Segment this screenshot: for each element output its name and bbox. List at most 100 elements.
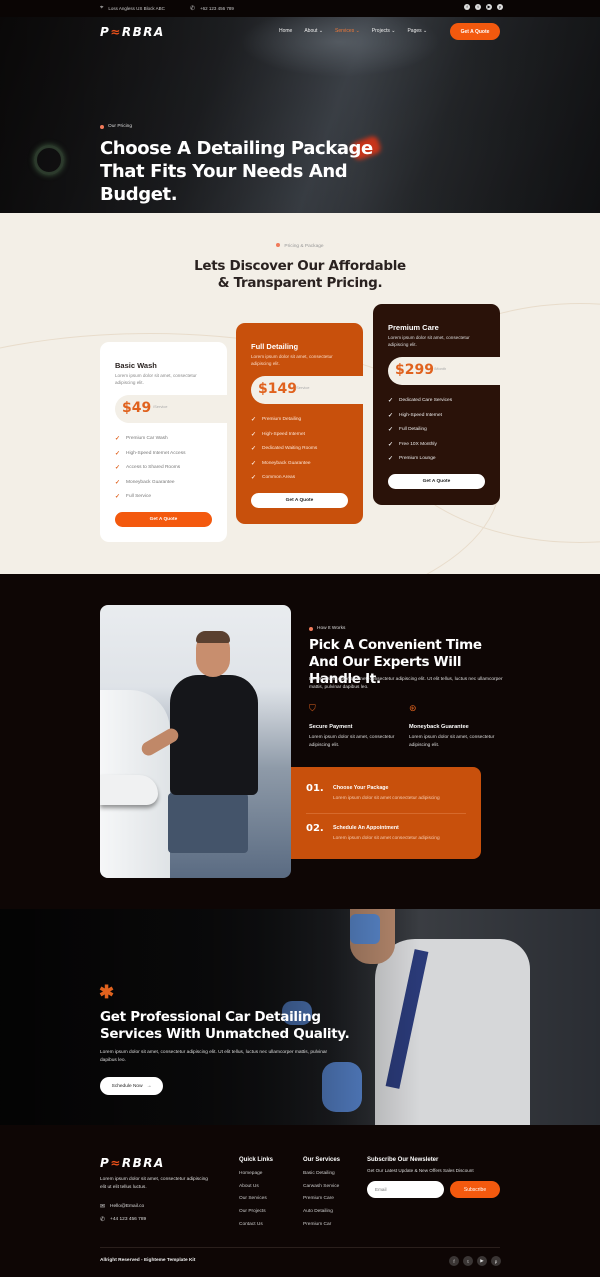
footer-link[interactable]: Premium Care xyxy=(303,1196,339,1201)
footer-link[interactable]: Carwash Service xyxy=(303,1184,339,1189)
check-icon: ✓ xyxy=(251,475,257,482)
nav-menu: Home About ⌄ Services ⌄ Projects ⌄ Pages… xyxy=(279,28,427,34)
plan-desc: Lorem ipsum dolor sit amet, consectetur … xyxy=(388,335,470,347)
location-info: ⌖ Loss Angless US Block ABC xyxy=(100,5,165,12)
plan-name: Basic Wash xyxy=(115,361,157,370)
newsletter-title: Subscribe Our Newsleter xyxy=(367,1157,439,1163)
hero-title: Choose A Detailing Package That Fits You… xyxy=(100,138,373,205)
youtube-icon[interactable]: ▶ xyxy=(477,1256,487,1266)
check-icon: ✓ xyxy=(251,417,257,423)
how-tag: How It Works xyxy=(309,626,345,631)
footer-email[interactable]: ✉ Hello@Email.co xyxy=(100,1203,144,1210)
chevron-down-icon: ⌄ xyxy=(391,28,396,34)
feature-text: Access to Shared Rooms xyxy=(126,465,181,471)
pricing-section: Pricing & Package Lets Discover Our Affo… xyxy=(0,213,600,574)
pinterest-icon[interactable]: p xyxy=(491,1256,501,1266)
twitter-icon[interactable]: t xyxy=(475,4,481,10)
check-icon: ✓ xyxy=(115,436,121,442)
footer-link[interactable]: Basic Detailing xyxy=(303,1171,339,1176)
footer-link[interactable]: Our Projects xyxy=(239,1209,267,1214)
plan-quote-button[interactable]: Get A Quote xyxy=(251,493,348,508)
nav-services[interactable]: Services ⌄ xyxy=(335,28,360,34)
step-number: 02. xyxy=(306,823,324,834)
feature-text: Premium Car Wash xyxy=(126,436,168,441)
check-icon: ✓ xyxy=(115,450,121,457)
steps-panel: 01. Choose Your Package Lorem ipsum dolo… xyxy=(291,767,481,859)
feature-item: ✓ High-Speed Internet xyxy=(388,413,452,419)
nav-label: Services xyxy=(335,28,355,34)
cta-worker-head xyxy=(350,909,395,964)
plan-desc: Lorem ipsum dolor sit amet, consectetur … xyxy=(115,373,197,385)
footer-phone[interactable]: ✆ +44 123 456 789 xyxy=(100,1216,146,1223)
check-icon: ✓ xyxy=(388,398,394,404)
top-social-links: f t ▶ p xyxy=(464,4,503,10)
plan-price: $49 xyxy=(122,400,152,416)
footer-link[interactable]: Our Services xyxy=(239,1196,267,1201)
plan-features: ✓ Dedicated Care Services ✓ High-Speed Int… xyxy=(388,398,452,462)
nav-home[interactable]: Home xyxy=(279,28,292,34)
plan-features: ✓ Premium Detailing ✓ High-Speed Internet … xyxy=(251,417,317,482)
footer-link[interactable]: About Us xyxy=(239,1184,267,1189)
get-quote-button[interactable]: Get A Quote xyxy=(450,23,500,40)
feature-item: ✓ Premium Lounge xyxy=(388,456,452,462)
footer-logo[interactable]: P≈RBRA xyxy=(100,1156,165,1170)
subscribe-button[interactable]: Subscribe xyxy=(450,1181,500,1198)
footer-about: Lorem ipsum dolor sit amet, consectetur … xyxy=(100,1177,208,1190)
facebook-icon[interactable]: f xyxy=(464,4,470,10)
how-tag-text: How It Works xyxy=(317,626,346,631)
cta-title: Get Professional Car Detailing Services … xyxy=(100,1009,350,1042)
plan-price-pill: $299 /Month xyxy=(388,357,500,385)
cta-worker-mask xyxy=(350,914,380,944)
dot-icon xyxy=(276,243,281,247)
pricing-card-basic: Basic Wash Lorem ipsum dolor sit amet, c… xyxy=(100,342,227,542)
footer-social-links: f t ▶ p xyxy=(449,1256,501,1266)
pinterest-icon[interactable]: p xyxy=(497,4,503,10)
map-pin-icon: ⌖ xyxy=(100,5,104,11)
check-icon: ✓ xyxy=(115,465,121,472)
feature-text: Full Detailing xyxy=(399,427,427,433)
footer-link[interactable]: Premium Car xyxy=(303,1222,339,1227)
phone-text: +44 123 456 789 xyxy=(110,1217,147,1222)
mechanic-photo xyxy=(100,605,291,878)
feature-item: ✓ Dedicated Care Services xyxy=(388,398,452,404)
chevron-down-icon: ⌄ xyxy=(355,28,360,34)
feature-text: Premium Detailing xyxy=(262,417,302,422)
photo-car-mirror xyxy=(100,775,158,805)
feature-text: Moneyback Guarantee xyxy=(126,479,175,485)
logo[interactable]: P≈RBRA xyxy=(100,25,165,39)
pricing-card-full: Full Detailing Lorem ipsum dolor sit ame… xyxy=(236,323,363,524)
feature-item: ✓ Access to Shared Rooms xyxy=(115,465,186,472)
youtube-icon[interactable]: ▶ xyxy=(486,4,492,10)
photo-person-shorts xyxy=(168,793,248,853)
email-text: Hello@Email.co xyxy=(110,1204,145,1209)
plan-period: /Service xyxy=(153,404,168,409)
footer-link[interactable]: Contact Us xyxy=(239,1222,267,1227)
plan-quote-button[interactable]: Get A Quote xyxy=(388,474,485,489)
newsletter-desc: Get Our Latest Update & New Offers Sales… xyxy=(367,1168,474,1173)
newsletter-email-input[interactable] xyxy=(367,1181,444,1198)
quick-links-list: Homepage About Us Our Services Our Proje… xyxy=(239,1171,267,1227)
pricing-card-premium: Premium Care Lorem ipsum dolor sit amet,… xyxy=(373,304,500,505)
step-number: 01. xyxy=(306,783,324,794)
logo-mark: ≈ xyxy=(110,1156,122,1170)
facebook-icon[interactable]: f xyxy=(449,1256,459,1266)
step-desc: Lorem ipsum dolor sit amet consectetur a… xyxy=(333,796,440,801)
schedule-now-button[interactable]: Schedule Now → xyxy=(100,1077,163,1095)
feature-item: ✓ High-Speed Internet Access xyxy=(115,450,186,457)
plan-quote-button[interactable]: Get A Quote xyxy=(115,512,212,527)
logo-text-b: RBRA xyxy=(121,25,165,39)
how-it-works-section: How It Works Pick A Convenient Time And … xyxy=(0,574,600,909)
nav-pages[interactable]: Pages ⌄ xyxy=(407,28,427,34)
dot-icon xyxy=(100,124,104,129)
location-text: Loss Angless US Block ABC xyxy=(108,6,165,11)
step-desc: Lorem ipsum dolor sit amet consectetur a… xyxy=(333,836,440,841)
footer-link[interactable]: Homepage xyxy=(239,1171,267,1176)
feature-title: Secure Payment xyxy=(309,724,353,730)
hero-tag-text: Our Pricing xyxy=(108,124,132,129)
plan-price: $149 xyxy=(258,381,297,397)
cta-worker-shirt xyxy=(375,939,530,1125)
nav-about[interactable]: About ⌄ xyxy=(304,28,323,34)
nav-projects[interactable]: Projects ⌄ xyxy=(372,28,396,34)
twitter-icon[interactable]: t xyxy=(463,1256,473,1266)
footer-link[interactable]: Auto Detailing xyxy=(303,1209,339,1214)
